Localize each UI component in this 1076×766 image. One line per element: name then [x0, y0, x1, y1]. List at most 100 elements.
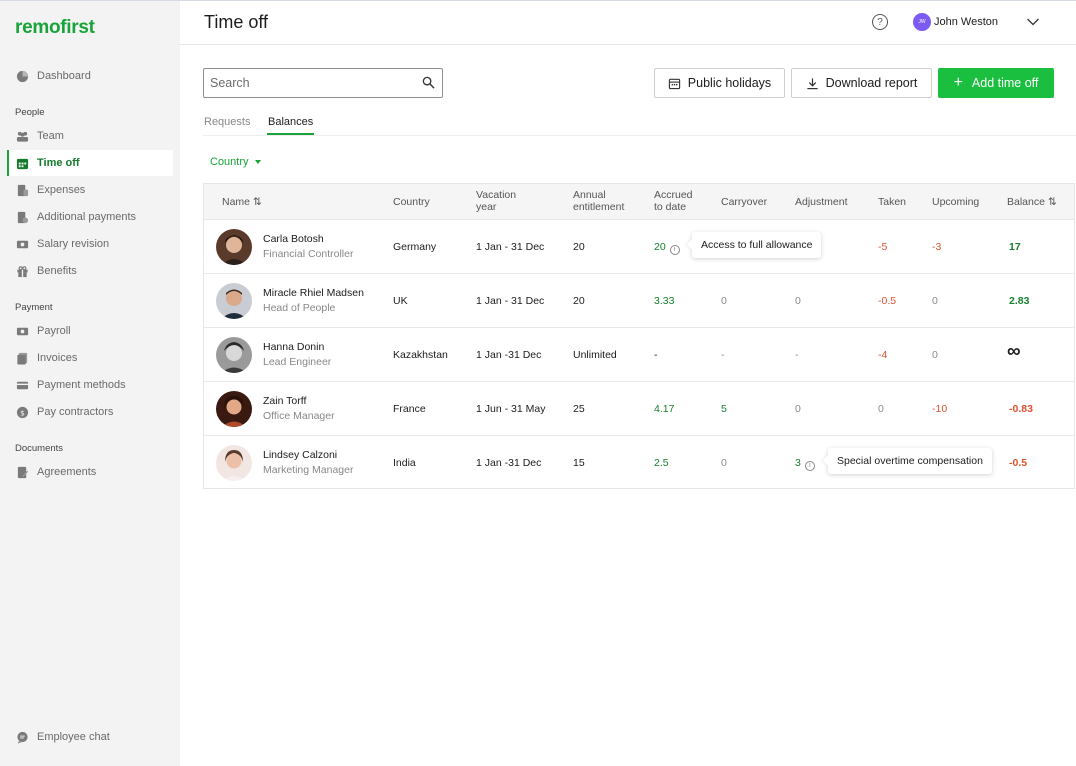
- tab-balances[interactable]: Balances: [268, 116, 313, 128]
- sidebar-item-employee-chat[interactable]: Employee chat: [7, 724, 173, 750]
- table-row[interactable]: Miracle Rhiel Madsen Head of People UK 1…: [204, 274, 1074, 328]
- col-accrued: Accrued to date: [654, 189, 693, 213]
- sidebar-item-label: Time off: [37, 157, 80, 169]
- sidebar-item-additional-payments[interactable]: Additional payments: [7, 204, 173, 230]
- cell-accrued: 2.5: [654, 457, 669, 469]
- agreement-icon: [16, 466, 29, 479]
- cell-accrued: 4.17: [654, 403, 675, 415]
- sidebar-item-pay-contractors[interactable]: $ Pay contractors: [7, 399, 173, 425]
- sidebar-item-payment-methods[interactable]: Payment methods: [7, 372, 173, 398]
- sidebar-item-agreements[interactable]: Agreements: [7, 459, 173, 485]
- cell-annual: 20: [573, 241, 585, 253]
- col-upcoming: Upcoming: [932, 196, 980, 208]
- chevron-down-icon[interactable]: [1026, 15, 1040, 29]
- sidebar-item-salary-revision[interactable]: Salary revision: [7, 231, 173, 257]
- info-icon[interactable]: i: [804, 461, 815, 471]
- sidebar: remofirst Dashboard People Team Time off…: [0, 1, 180, 766]
- search-box[interactable]: [203, 68, 443, 98]
- cell-taken: -5: [878, 241, 888, 253]
- button-label: Download report: [825, 76, 918, 90]
- cell-vacation-year: 1 Jun - 31 May: [476, 403, 546, 415]
- table-row[interactable]: Hanna Donin Lead Engineer Kazakhstan 1 J…: [204, 328, 1074, 382]
- plus-icon: +: [953, 74, 963, 91]
- table-row[interactable]: Carla Botosh Financial Controller German…: [204, 220, 1074, 274]
- salary-icon: [16, 238, 29, 251]
- avatar: [216, 391, 252, 427]
- calendar-icon: [668, 77, 681, 90]
- tooltip: Access to full allowance: [692, 232, 822, 258]
- cell-adjustment: 0: [795, 295, 801, 307]
- sidebar-item-team[interactable]: Team: [7, 123, 173, 149]
- cell-adjustment: -: [795, 349, 799, 361]
- cell-upcoming: -3: [932, 241, 942, 253]
- sidebar-item-dashboard[interactable]: Dashboard: [7, 63, 173, 89]
- payments-doc-icon: [16, 211, 29, 224]
- cell-adjustment: 3i: [795, 457, 815, 471]
- country-filter[interactable]: Country: [210, 156, 261, 168]
- cell-carryover: 5: [721, 403, 727, 415]
- download-report-button[interactable]: Download report: [791, 68, 932, 98]
- cell-annual: 25: [573, 403, 585, 415]
- cell-balance: -0.83: [1009, 403, 1033, 415]
- sidebar-item-payroll[interactable]: Payroll: [7, 318, 173, 344]
- payroll-icon: [16, 325, 29, 338]
- sidebar-item-label: Expenses: [37, 184, 86, 196]
- user-avatar[interactable]: JW: [913, 13, 931, 31]
- invoice-icon: [16, 352, 29, 365]
- cell-carryover: 0: [721, 457, 727, 469]
- info-icon[interactable]: i: [669, 245, 680, 255]
- cell-balance: -0.5: [1009, 457, 1028, 469]
- search-input[interactable]: [210, 76, 410, 90]
- cell-adjustment: 0: [795, 403, 801, 415]
- cell-vacation-year: 1 Jan - 31 Dec: [476, 241, 545, 253]
- avatar: [216, 229, 252, 265]
- sidebar-item-expenses[interactable]: Expenses: [7, 177, 173, 203]
- employee-name: Zain Torff: [263, 395, 307, 407]
- employee-name: Hanna Donin: [263, 341, 325, 353]
- table-row[interactable]: Lindsey Calzoni Marketing Manager India …: [204, 436, 1074, 490]
- balances-table: Name ⇅ Country Vacation year Annual entitl…: [203, 183, 1075, 489]
- receipt-icon: [16, 184, 29, 197]
- cell-country: UK: [393, 295, 408, 307]
- col-name[interactable]: Name ⇅: [222, 196, 262, 208]
- employee-name: Miracle Rhiel Madsen: [263, 287, 364, 299]
- tooltip: Special overtime compensation: [828, 448, 992, 474]
- logo[interactable]: remofirst: [15, 17, 95, 39]
- cell-carryover: 0: [721, 295, 727, 307]
- button-label: Add time off: [971, 76, 1039, 90]
- cell-upcoming: -10: [932, 403, 948, 415]
- col-adjustment: Adjustment: [795, 196, 848, 208]
- sidebar-item-benefits[interactable]: Benefits: [7, 258, 173, 284]
- dashboard-icon: [16, 70, 29, 83]
- add-time-off-button[interactable]: + Add time off: [938, 68, 1054, 98]
- col-country: Country: [393, 196, 430, 208]
- cell-taken: -4: [878, 349, 888, 361]
- sidebar-item-label: Payment methods: [37, 379, 126, 391]
- dollar-icon: $: [16, 406, 29, 419]
- avatar: [216, 283, 252, 319]
- page-title: Time off: [204, 12, 269, 32]
- avatar: [216, 445, 252, 481]
- cell-taken: 0: [878, 403, 884, 415]
- help-icon[interactable]: ?: [872, 14, 888, 30]
- user-name[interactable]: John Weston: [934, 16, 998, 28]
- cell-vacation-year: 1 Jan -31 Dec: [476, 349, 542, 361]
- sidebar-item-label: Team: [37, 130, 64, 142]
- active-tab-indicator: [267, 133, 314, 135]
- sidebar-item-invoices[interactable]: Invoices: [7, 345, 173, 371]
- search-icon[interactable]: [422, 76, 435, 89]
- tab-requests[interactable]: Requests: [204, 116, 250, 128]
- cell-balance: 2.83: [1009, 295, 1030, 307]
- team-icon: [16, 130, 29, 143]
- col-carryover: Carryover: [721, 196, 768, 208]
- col-taken: Taken: [878, 196, 907, 208]
- col-balance[interactable]: Balance ⇅: [1007, 196, 1057, 208]
- sidebar-item-time-off[interactable]: Time off: [7, 150, 173, 176]
- sidebar-item-label: Dashboard: [37, 70, 91, 82]
- employee-role: Office Manager: [263, 410, 335, 422]
- table-row[interactable]: Zain Torff Office Manager France 1 Jun -…: [204, 382, 1074, 436]
- gift-icon: [16, 265, 29, 278]
- sidebar-item-label: Employee chat: [37, 731, 110, 743]
- cell-country: India: [393, 457, 416, 469]
- public-holidays-button[interactable]: Public holidays: [654, 68, 785, 98]
